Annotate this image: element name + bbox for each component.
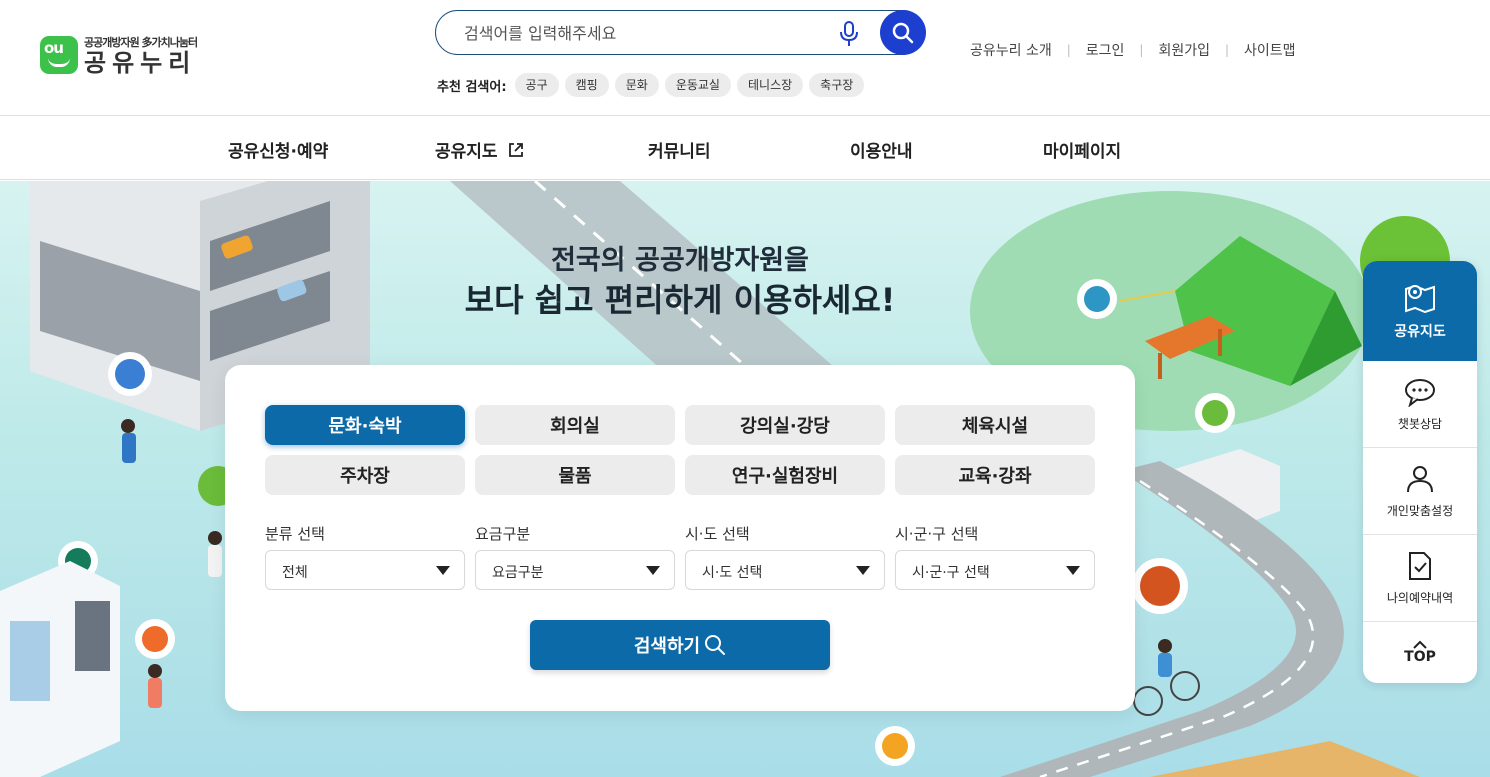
fee-select[interactable]: 요금구분 [475,550,675,590]
scroll-top-label: TOP [1404,648,1436,665]
category-parking[interactable]: 주차장 [265,455,465,495]
nav-community[interactable]: 커뮤니티 [648,137,711,162]
dropdown-arrow-icon [646,566,660,575]
resource-search-panel: 문화·숙박 회의실 강의실·강당 체육시설 주차장 물품 연구·실험장비 교육·… [225,365,1135,711]
about-link[interactable]: 공유누리 소개 [970,40,1052,60]
category-select-value: 전체 [282,565,308,581]
province-select-value: 시·도 선택 [702,565,763,581]
filter-label-district: 시·군·구 선택 [895,525,979,543]
divider: | [1066,43,1071,57]
nav-mypage[interactable]: 마이페이지 [1043,137,1121,162]
recommended-label: 추천 검색어: [437,79,507,95]
fee-select-value: 요금구분 [492,565,544,581]
keyword-chip[interactable]: 운동교실 [664,73,731,97]
search-box [435,10,926,55]
search-icon [892,22,914,43]
keyword-chip[interactable]: 축구장 [809,73,865,97]
category-goods[interactable]: 물품 [475,455,675,495]
header: ou 공공개방자원 多가치나눔터 공유누리 추천 검색어: 공구 캠핑 문화 운… [0,0,1490,116]
logo-mark-icon: ou [40,36,78,74]
nav-share-map[interactable]: 공유지도 [435,137,524,162]
nav-share-map-label: 공유지도 [435,142,498,162]
keyword-chip[interactable]: 공구 [514,73,559,97]
keyword-chip[interactable]: 캠핑 [564,73,609,97]
keyword-chip[interactable]: 테니스장 [736,73,804,97]
quick-chatbot-label: 챗봇상담 [1397,416,1443,431]
dropdown-arrow-icon [1066,566,1080,575]
category-lecture-hall[interactable]: 강의실·강당 [685,405,885,445]
filter-label-category: 분류 선택 [265,525,325,543]
scroll-top-button[interactable]: TOP [1363,622,1477,682]
logo-subtitle: 공공개방자원 多가치나눔터 [84,36,198,49]
filter-label-fee: 요금구분 [475,525,531,543]
quick-my-reservations-label: 나의예약내역 [1386,590,1454,605]
category-culture-lodging[interactable]: 문화·숙박 [265,405,465,445]
category-education[interactable]: 교육·강좌 [895,455,1095,495]
category-research-equipment[interactable]: 연구·실험장비 [685,455,885,495]
hero-section: 전국의 공공개방자원을 보다 쉽고 편리하게 이용하세요! 문화·숙박 회의실 … [0,181,1490,777]
quick-share-map[interactable]: 공유지도 [1363,261,1477,361]
utility-links: 공유누리 소개 | 로그인 | 회원가입 | 사이트맵 [970,40,1296,60]
hero-heading-line2: 보다 쉽고 편리하게 이용하세요! [464,281,896,319]
user-icon [1407,465,1433,492]
search-submit-label: 검색하기 [633,636,701,657]
category-sports-facility[interactable]: 체육시설 [895,405,1095,445]
district-select[interactable]: 시·군·구 선택 [895,550,1095,590]
quick-custom-settings[interactable]: 개인맞춤설정 [1363,448,1477,535]
quick-share-map-label: 공유지도 [1394,324,1446,340]
search-button[interactable] [880,10,926,55]
hero-heading-line1: 전국의 공공개방자원을 [551,245,809,276]
search-icon [705,635,726,655]
login-link[interactable]: 로그인 [1086,40,1125,60]
province-select[interactable]: 시·도 선택 [685,550,885,590]
external-link-icon [508,142,523,157]
category-meeting-room[interactable]: 회의실 [475,405,675,445]
recommended-keywords: 추천 검색어: 공구 캠핑 문화 운동교실 테니스장 축구장 [437,73,870,97]
category-select[interactable]: 전체 [265,550,465,590]
map-pin-icon [1405,284,1435,313]
quick-menu: 공유지도 챗봇상담 개인맞춤설정 나의예약내역 TOP [1363,261,1477,683]
keyword-chip[interactable]: 문화 [614,73,659,97]
divider: | [1139,43,1144,57]
sitemap-link[interactable]: 사이트맵 [1244,40,1296,60]
nav-guide[interactable]: 이용안내 [850,137,913,162]
dropdown-arrow-icon [436,566,450,575]
logo-title: 공유누리 [84,49,197,77]
search-input[interactable] [464,21,824,45]
chevron-up-icon [1413,640,1427,649]
filter-label-province: 시·도 선택 [685,525,750,543]
district-select-value: 시·군·구 선택 [912,565,990,581]
dropdown-arrow-icon [856,566,870,575]
quick-custom-settings-label: 개인맞춤설정 [1386,503,1454,518]
chat-bubble-icon [1405,378,1435,407]
nav-apply-reserve[interactable]: 공유신청·예약 [228,137,328,162]
quick-my-reservations[interactable]: 나의예약내역 [1363,535,1477,622]
microphone-icon[interactable] [838,20,860,48]
search-submit-button[interactable]: 검색하기 [530,620,830,670]
checklist-icon [1409,551,1431,580]
signup-link[interactable]: 회원가입 [1158,40,1210,60]
divider: | [1225,43,1230,57]
site-logo[interactable]: ou 공공개방자원 多가치나눔터 공유누리 [40,34,198,77]
quick-chatbot[interactable]: 챗봇상담 [1363,361,1477,448]
main-nav: 공유신청·예약 공유지도 커뮤니티 이용안내 마이페이지 [0,116,1490,180]
